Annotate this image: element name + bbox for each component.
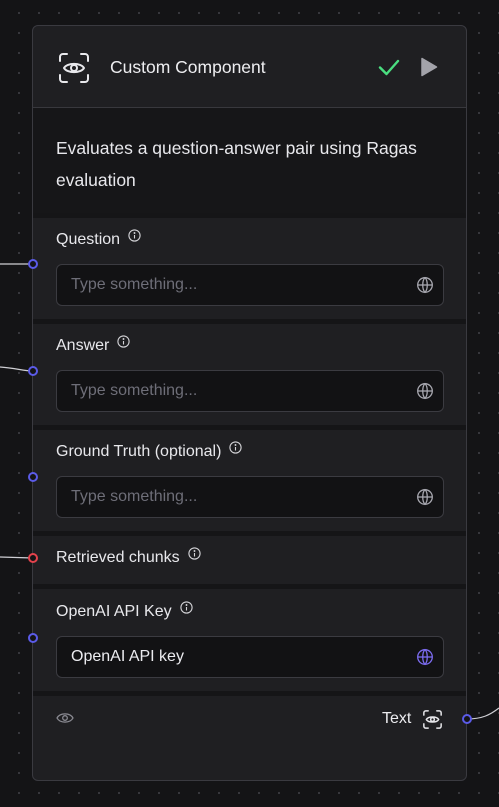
field-ground-truth: Ground Truth (optional) Type something..… [33, 430, 466, 531]
globe-icon[interactable] [416, 276, 434, 299]
info-icon[interactable] [179, 601, 193, 619]
output-row: Text [33, 696, 466, 744]
play-icon [421, 57, 438, 77]
field-label-openai-api-key: OpenAI API Key [56, 601, 193, 621]
node-description: Evaluates a question-answer pair using R… [33, 108, 466, 213]
answer-input[interactable]: Type something... [56, 370, 444, 412]
info-icon[interactable] [229, 441, 243, 459]
output-label: Text [382, 710, 412, 727]
field-label-ground-truth: Ground Truth (optional) [56, 441, 243, 461]
question-input-placeholder: Type something... [71, 276, 198, 293]
globe-icon[interactable] [416, 648, 434, 671]
eye-icon[interactable] [56, 711, 74, 730]
field-openai-api-key: OpenAI API Key OpenAI API key [33, 589, 466, 691]
field-label-question: Question [56, 229, 141, 249]
globe-icon[interactable] [416, 488, 434, 511]
openai-api-key-value: OpenAI API key [71, 648, 184, 665]
answer-input-placeholder: Type something... [71, 382, 198, 399]
custom-component-node[interactable]: Custom Component Evaluates a question-an… [32, 25, 467, 781]
ground-truth-input-placeholder: Type something... [71, 488, 198, 505]
ground-truth-input-handle[interactable] [28, 472, 38, 482]
field-label-retrieved-chunks: Retrieved chunks [56, 547, 201, 567]
eye-scan-icon [57, 51, 91, 85]
field-question: Question Type something... [33, 218, 466, 319]
globe-icon[interactable] [416, 382, 434, 405]
retrieved-chunks-input-handle[interactable] [28, 553, 38, 563]
info-icon[interactable] [128, 229, 141, 247]
answer-input-handle[interactable] [28, 366, 38, 376]
question-input[interactable]: Type something... [56, 264, 444, 306]
field-retrieved-chunks: Retrieved chunks [33, 536, 466, 584]
openai-api-key-input-handle[interactable] [28, 633, 38, 643]
field-answer: Answer Type something... [33, 324, 466, 425]
info-icon[interactable] [117, 335, 131, 353]
text-output-handle[interactable] [462, 714, 472, 724]
info-icon[interactable] [187, 547, 201, 565]
node-title: Custom Component [110, 57, 266, 77]
check-icon [377, 55, 401, 84]
node-header: Custom Component [33, 26, 466, 108]
ground-truth-input[interactable]: Type something... [56, 476, 444, 518]
field-label-answer: Answer [56, 335, 131, 355]
openai-api-key-input[interactable]: OpenAI API key [56, 636, 444, 678]
play-button[interactable] [419, 56, 439, 83]
question-input-handle[interactable] [28, 259, 38, 269]
eye-scan-icon[interactable] [422, 709, 443, 735]
